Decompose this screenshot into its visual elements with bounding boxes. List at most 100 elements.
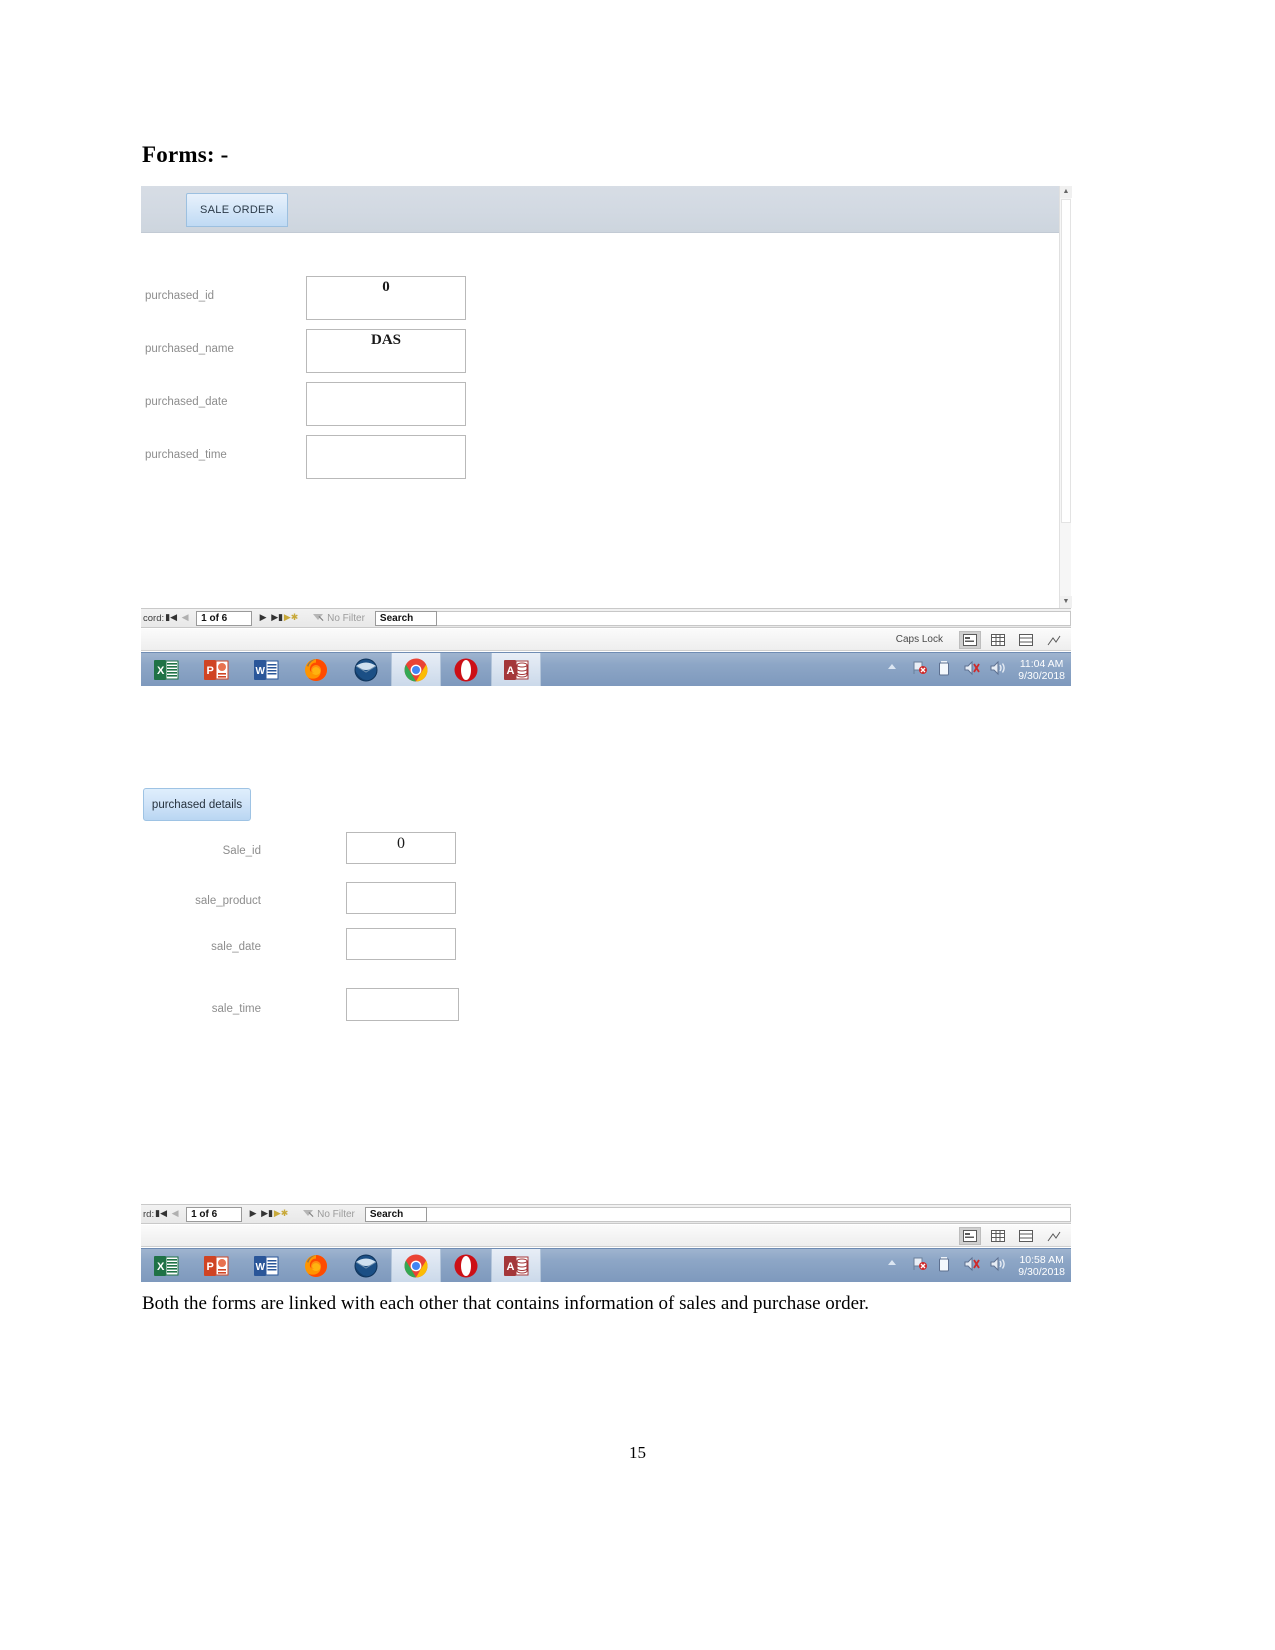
label-purchased-name: purchased_name [145, 343, 234, 355]
label-purchased-date: purchased_date [145, 396, 228, 408]
label-purchased-id: purchased_id [145, 290, 215, 302]
record-number-input[interactable]: 1 of 6 [196, 610, 253, 626]
first-record-icon[interactable]: ▮◀ [164, 610, 178, 626]
volume-icon[interactable] [989, 660, 1009, 680]
svg-text:A: A [507, 665, 515, 677]
filter-label: No Filter [327, 612, 365, 624]
svg-text:X: X [157, 665, 165, 677]
body-paragraph: Both the forms are linked with each othe… [142, 1293, 870, 1314]
last-record-icon[interactable]: ▶▮ [260, 1206, 274, 1222]
input-purchased-date[interactable] [306, 382, 466, 426]
taskbar-app-powerpoint[interactable]: P [191, 653, 241, 686]
taskbar-app-opera[interactable] [441, 653, 491, 686]
svg-text:P: P [207, 665, 214, 677]
volume-icon[interactable] [989, 1256, 1009, 1276]
record-number-input-2[interactable]: 1 of 6 [186, 1206, 243, 1222]
first-record-icon[interactable]: ▮◀ [154, 1206, 168, 1222]
new-record-icon[interactable]: ▶✱ [274, 1206, 288, 1222]
next-record-icon[interactable]: ▶ [256, 610, 270, 626]
volume-muted-icon[interactable] [963, 1256, 983, 1276]
show-hidden-icons-arrow-icon[interactable] [885, 1256, 905, 1276]
taskbar-app-powerpoint[interactable]: P [191, 1249, 241, 1282]
search-field-extension[interactable] [436, 610, 1071, 626]
taskbar-app-thunderbird[interactable] [341, 1249, 391, 1282]
search-input-2[interactable]: Search [364, 1206, 427, 1222]
access-status-bar: Caps Lock [141, 629, 1071, 651]
form-vertical-scrollbar[interactable]: ▲ ▼ [1059, 186, 1072, 608]
record-label-2: rd: [143, 1208, 155, 1220]
taskbar-app-excel[interactable]: X [141, 653, 191, 686]
layout-view-icon[interactable] [1015, 631, 1037, 649]
last-record-icon[interactable]: ▶▮ [270, 610, 284, 626]
battery-icon[interactable] [937, 660, 957, 680]
input-sale-id[interactable]: 0 [346, 832, 456, 864]
svg-text:X: X [157, 1261, 165, 1273]
search-field-extension-2[interactable] [426, 1206, 1071, 1222]
taskbar-time: 11:04 AM [1019, 657, 1064, 670]
taskbar-clock[interactable]: 11:04 AM 9/30/2018 [1018, 658, 1065, 682]
taskbar-date: 9/30/2018 [1018, 669, 1065, 682]
filter-funnel-icon [312, 612, 324, 624]
form-view-icon[interactable] [959, 630, 981, 649]
taskbar-app-thunderbird[interactable] [341, 653, 391, 686]
taskbar-app-access[interactable]: A [491, 1249, 541, 1282]
taskbar-app-opera[interactable] [441, 1249, 491, 1282]
page-title: Forms: - [142, 142, 229, 167]
filter-status-2[interactable]: No Filter [302, 1208, 355, 1220]
record-navigation-bar-2: rd: ▮◀ ◀ 1 of 6 ▶ ▶▮ ▶✱ No Filter Search [141, 1204, 1071, 1224]
design-view-icon[interactable] [1043, 1227, 1065, 1245]
taskbar-app-chrome[interactable] [391, 653, 441, 686]
network-error-icon[interactable] [911, 1256, 931, 1276]
access-status-bar-2 [141, 1225, 1071, 1247]
scroll-up-arrow-icon[interactable]: ▲ [1060, 186, 1072, 198]
input-sale-time[interactable] [346, 988, 459, 1021]
network-error-icon[interactable] [911, 660, 931, 680]
tab-purchased-details[interactable]: purchased details [143, 788, 251, 821]
datasheet-view-icon[interactable] [987, 1227, 1009, 1245]
previous-record-icon[interactable]: ◀ [178, 610, 192, 626]
volume-muted-icon[interactable] [963, 660, 983, 680]
taskbar-time-2: 10:58 AM [1019, 1253, 1064, 1266]
tab-sale-order[interactable]: SALE ORDER [186, 193, 288, 227]
battery-icon[interactable] [937, 1256, 957, 1276]
page-number: 15 [629, 1443, 646, 1462]
scroll-down-arrow-icon[interactable]: ▼ [1060, 596, 1072, 608]
search-input[interactable]: Search [374, 610, 437, 626]
previous-record-icon[interactable]: ◀ [168, 1206, 182, 1222]
taskbar-date-2: 9/30/2018 [1018, 1265, 1065, 1278]
taskbar-app-firefox[interactable] [291, 1249, 341, 1282]
filter-funnel-icon [302, 1208, 314, 1220]
form-view-icon[interactable] [959, 1226, 981, 1245]
input-sale-product[interactable] [346, 882, 456, 914]
input-purchased-name[interactable]: DAS [306, 329, 466, 373]
show-hidden-icons-arrow-icon[interactable] [885, 660, 905, 680]
taskbar-app-firefox[interactable] [291, 653, 341, 686]
taskbar-app-buttons-2: X P W A [141, 1249, 541, 1282]
svg-text:W: W [256, 666, 266, 677]
taskbar-app-chrome[interactable] [391, 1249, 441, 1282]
filter-status[interactable]: No Filter [312, 612, 365, 624]
caps-lock-indicator: Caps Lock [895, 634, 943, 645]
design-view-icon[interactable] [1043, 631, 1065, 649]
taskbar-app-word[interactable]: W [241, 653, 291, 686]
filter-label-2: No Filter [317, 1208, 355, 1220]
new-record-icon[interactable]: ▶✱ [284, 610, 298, 626]
windows-taskbar-2: X P W A 10:58 AM 9/30/2018 [141, 1248, 1071, 1282]
input-purchased-id[interactable]: 0 [306, 276, 466, 320]
taskbar-clock-2[interactable]: 10:58 AM 9/30/2018 [1018, 1254, 1065, 1278]
layout-view-icon[interactable] [1015, 1227, 1037, 1245]
label-sale-product: sale_product [195, 895, 261, 907]
label-sale-date: sale_date [211, 941, 261, 953]
screenshot-purchased-details-form: purchased details Sale_id 0 sale_product… [141, 780, 1071, 1285]
taskbar-app-access[interactable]: A [491, 653, 541, 686]
next-record-icon[interactable]: ▶ [246, 1206, 260, 1222]
svg-text:P: P [207, 1261, 214, 1273]
scrollbar-thumb[interactable] [1061, 199, 1071, 523]
svg-text:W: W [256, 1262, 266, 1273]
input-sale-date[interactable] [346, 928, 456, 960]
form-canvas-purchased-details: Sale_id 0 sale_product sale_date sale_ti… [141, 830, 1071, 1205]
taskbar-app-excel[interactable]: X [141, 1249, 191, 1282]
taskbar-app-word[interactable]: W [241, 1249, 291, 1282]
input-purchased-time[interactable] [306, 435, 466, 479]
datasheet-view-icon[interactable] [987, 631, 1009, 649]
